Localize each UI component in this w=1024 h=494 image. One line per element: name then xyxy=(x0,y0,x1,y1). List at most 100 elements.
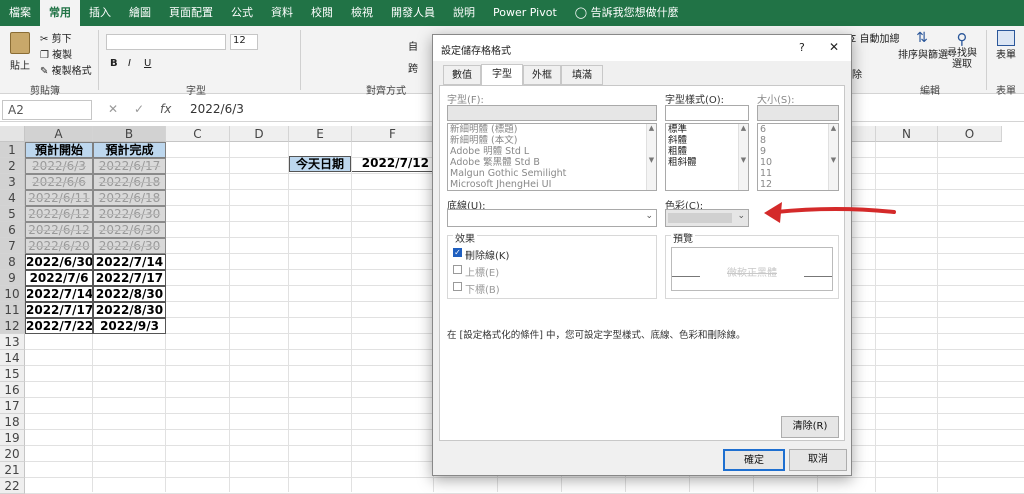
table-cell[interactable]: 2022/6/30 xyxy=(93,238,166,254)
column-header-E[interactable]: E xyxy=(289,126,352,142)
tab-fill[interactable]: 填滿 xyxy=(561,65,603,85)
font-list-item[interactable]: Microsoft JhengHei UI xyxy=(448,179,656,190)
table-cell[interactable]: 2022/8/30 xyxy=(93,286,166,302)
today-value-cell[interactable]: 2022/7/12 xyxy=(352,156,434,172)
dialog-help-button[interactable]: ? xyxy=(799,41,805,54)
size-list-scrollbar[interactable]: ▲ ▼ xyxy=(828,124,838,190)
table-cell[interactable]: 2022/6/30 xyxy=(93,206,166,222)
table-cell[interactable]: 2022/6/11 xyxy=(25,190,93,206)
table-cell[interactable]: 2022/7/14 xyxy=(93,254,166,270)
font-list-item[interactable]: Adobe 繁黑體 Std B xyxy=(448,157,656,168)
size-list-item[interactable]: 10 xyxy=(758,157,838,168)
tab-border[interactable]: 外框 xyxy=(523,65,561,85)
subscript-checkbox[interactable] xyxy=(453,282,462,291)
table-cell[interactable]: 2022/6/18 xyxy=(93,174,166,190)
font-list-item[interactable]: 新細明體 (標題) xyxy=(448,124,656,135)
style-list-item[interactable]: 粗體 xyxy=(666,146,748,157)
row-header-9[interactable]: 9 xyxy=(0,270,25,286)
font-name-combo[interactable] xyxy=(106,34,226,50)
ok-button[interactable]: 確定 xyxy=(723,449,785,471)
row-header-1[interactable]: 1 xyxy=(0,142,25,158)
today-label-cell[interactable]: 今天日期 xyxy=(289,156,351,172)
strikethrough-checkbox[interactable]: ✓ xyxy=(453,248,462,257)
table-cell[interactable]: 2022/6/12 xyxy=(25,206,93,222)
name-box[interactable]: A2 xyxy=(2,100,92,120)
tab-view[interactable]: 檢視 xyxy=(342,0,382,26)
style-list[interactable]: ▲ ▼ 標準 斜體 粗體 粗斜體 xyxy=(665,123,749,191)
tab-power-pivot[interactable]: Power Pivot xyxy=(484,0,566,26)
column-header-N[interactable]: N xyxy=(876,126,938,142)
style-input[interactable] xyxy=(665,105,749,121)
table-header-cell[interactable]: 預計開始 xyxy=(25,142,93,158)
row-header-10[interactable]: 10 xyxy=(0,286,25,302)
column-header-O[interactable]: O xyxy=(938,126,1002,142)
size-list-item[interactable]: 6 xyxy=(758,124,838,135)
forms-button[interactable]: 表單 xyxy=(992,30,1020,61)
row-header-2[interactable]: 2 xyxy=(0,158,25,174)
find-select-button[interactable]: ⚲ 尋找與選取 xyxy=(944,30,980,76)
column-header-C[interactable]: C xyxy=(166,126,230,142)
row-header-11[interactable]: 11 xyxy=(0,302,25,318)
font-list-item[interactable]: Adobe 明體 Std L xyxy=(448,146,656,157)
font-list-scrollbar[interactable]: ▲ ▼ xyxy=(646,124,656,190)
formula-input[interactable]: 2022/6/3 xyxy=(190,102,244,116)
table-cell[interactable]: 2022/8/30 xyxy=(93,302,166,318)
style-list-item[interactable]: 斜體 xyxy=(666,135,748,146)
size-list[interactable]: ▲ ▼ 6 8 9 10 11 12 xyxy=(757,123,839,191)
font-list[interactable]: ▲ ▼ 新細明體 (標題) 新細明體 (本文) Adobe 明體 Std L Adobe… xyxy=(447,123,657,191)
tab-number[interactable]: 數值 xyxy=(443,65,481,85)
tab-data[interactable]: 資料 xyxy=(262,0,302,26)
row-header-18[interactable]: 18 xyxy=(0,414,25,430)
strikethrough-label[interactable]: 刪除線(K) xyxy=(465,247,509,262)
table-cell[interactable]: 2022/9/3 xyxy=(93,318,166,334)
row-header-3[interactable]: 3 xyxy=(0,174,25,190)
insert-function-icon[interactable]: fx xyxy=(160,102,171,116)
wrap-text-fragment[interactable]: 自 xyxy=(408,38,418,53)
column-header-F[interactable]: F xyxy=(352,126,434,142)
tab-home[interactable]: 常用 xyxy=(40,0,80,26)
tab-help[interactable]: 說明 xyxy=(444,0,484,26)
paste-button[interactable]: 貼上 xyxy=(6,30,34,76)
confirm-entry-icon[interactable]: ✓ xyxy=(134,102,144,116)
tab-font[interactable]: 字型 xyxy=(481,64,523,86)
tab-page-layout[interactable]: 頁面配置 xyxy=(160,0,222,26)
subscript-label[interactable]: 下標(B) xyxy=(465,281,500,296)
table-cell[interactable]: 2022/7/22 xyxy=(25,318,93,334)
size-list-item[interactable]: 8 xyxy=(758,135,838,146)
table-cell[interactable]: 2022/6/20 xyxy=(25,238,93,254)
cancel-entry-icon[interactable]: ✕ xyxy=(108,102,118,116)
tab-review[interactable]: 校閱 xyxy=(302,0,342,26)
row-header-15[interactable]: 15 xyxy=(0,366,25,382)
column-header-D[interactable]: D xyxy=(230,126,289,142)
column-header-A[interactable]: A xyxy=(25,126,93,142)
table-cell[interactable]: 2022/6/17 xyxy=(93,158,166,174)
merge-fragment[interactable]: 跨 xyxy=(408,60,418,75)
style-list-item[interactable]: 標準 xyxy=(666,124,748,135)
row-header-13[interactable]: 13 xyxy=(0,334,25,350)
tab-developer[interactable]: 開發人員 xyxy=(382,0,444,26)
column-header-B[interactable]: B xyxy=(93,126,166,142)
underline-button[interactable]: U xyxy=(144,58,151,69)
clear-fragment[interactable]: 除 xyxy=(852,66,862,81)
table-cell[interactable]: 2022/6/18 xyxy=(93,190,166,206)
style-list-item[interactable]: 粗斜體 xyxy=(666,157,748,168)
row-header-6[interactable]: 6 xyxy=(0,222,25,238)
tell-me-box[interactable]: ◯ 告訴我您想做什麼 xyxy=(566,0,688,26)
superscript-checkbox[interactable] xyxy=(453,265,462,274)
row-header-17[interactable]: 17 xyxy=(0,398,25,414)
color-picker[interactable]: ⌄ xyxy=(665,209,749,227)
row-header-4[interactable]: 4 xyxy=(0,190,25,206)
font-list-item[interactable]: Malgun Gothic Semilight xyxy=(448,168,656,179)
table-cell[interactable]: 2022/6/3 xyxy=(25,158,93,174)
row-header-19[interactable]: 19 xyxy=(0,430,25,446)
tab-formulas[interactable]: 公式 xyxy=(222,0,262,26)
table-cell[interactable]: 2022/6/30 xyxy=(93,222,166,238)
row-header-16[interactable]: 16 xyxy=(0,382,25,398)
row-header-7[interactable]: 7 xyxy=(0,238,25,254)
row-header-21[interactable]: 21 xyxy=(0,462,25,478)
table-cell[interactable]: 2022/7/17 xyxy=(25,302,93,318)
row-header-12[interactable]: 12 xyxy=(0,318,25,334)
format-painter-button[interactable]: ✎ 複製格式 xyxy=(40,62,92,77)
italic-button[interactable]: I xyxy=(128,58,131,69)
table-cell[interactable]: 2022/6/12 xyxy=(25,222,93,238)
